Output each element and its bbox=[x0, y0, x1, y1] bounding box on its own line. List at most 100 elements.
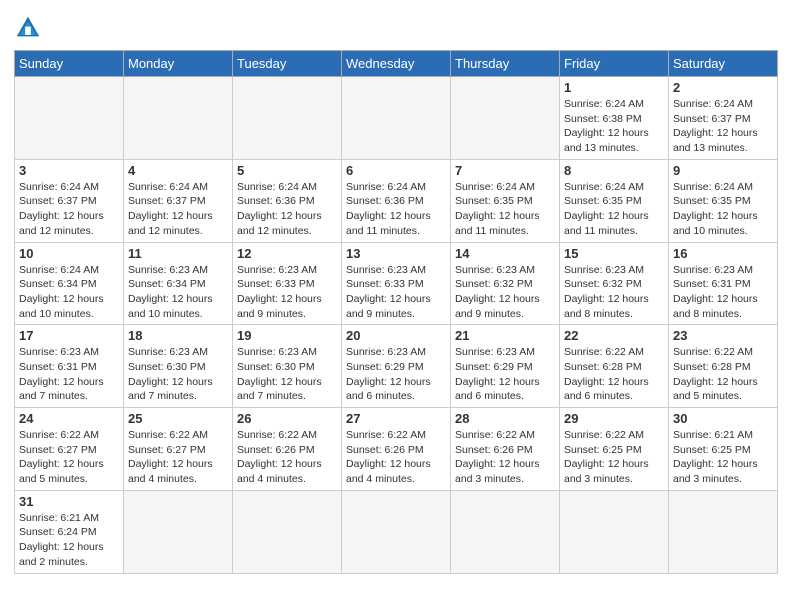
day-number: 11 bbox=[128, 246, 228, 261]
day-info: Sunrise: 6:24 AM Sunset: 6:37 PM Dayligh… bbox=[673, 97, 773, 156]
week-row-0: 1Sunrise: 6:24 AM Sunset: 6:38 PM Daylig… bbox=[15, 77, 778, 160]
day-info: Sunrise: 6:24 AM Sunset: 6:37 PM Dayligh… bbox=[19, 180, 119, 239]
day-cell: 7 Sunrise: 6:24 AM Sunset: 6:35 PM Daylig… bbox=[451, 159, 560, 242]
day-info: Sunrise: 6:23 AM Sunset: 6:34 PM Dayligh… bbox=[128, 263, 228, 322]
day-number: 7 bbox=[455, 163, 555, 178]
day-cell: 26 Sunrise: 6:22 AM Sunset: 6:26 PM Dayli… bbox=[233, 408, 342, 491]
day-number: 26 bbox=[237, 411, 337, 426]
day-number: 28 bbox=[455, 411, 555, 426]
day-number: 25 bbox=[128, 411, 228, 426]
day-cell bbox=[124, 77, 233, 160]
day-cell bbox=[124, 490, 233, 573]
page: SundayMondayTuesdayWednesdayThursdayFrid… bbox=[0, 0, 792, 584]
day-info: Sunrise: 6:21 AM Sunset: 6:24 PM Dayligh… bbox=[19, 511, 119, 570]
day-number: 27 bbox=[346, 411, 446, 426]
day-number: 29 bbox=[564, 411, 664, 426]
day-cell: 24 Sunrise: 6:22 AM Sunset: 6:27 PM Dayli… bbox=[15, 408, 124, 491]
day-info: Sunrise: 6:24 AM Sunset: 6:35 PM Dayligh… bbox=[564, 180, 664, 239]
day-number: 4 bbox=[128, 163, 228, 178]
day-number: 24 bbox=[19, 411, 119, 426]
day-cell: 3 Sunrise: 6:24 AM Sunset: 6:37 PM Daylig… bbox=[15, 159, 124, 242]
day-cell: 21Sunrise: 6:23 AM Sunset: 6:29 PM Dayli… bbox=[451, 325, 560, 408]
col-header-monday: Monday bbox=[124, 51, 233, 77]
day-info: Sunrise: 6:23 AM Sunset: 6:33 PM Dayligh… bbox=[237, 263, 337, 322]
week-row-2: 10Sunrise: 6:24 AM Sunset: 6:34 PM Dayli… bbox=[15, 242, 778, 325]
day-cell: 17 Sunrise: 6:23 AM Sunset: 6:31 PM Dayli… bbox=[15, 325, 124, 408]
day-cell bbox=[15, 77, 124, 160]
day-info: Sunrise: 6:23 AM Sunset: 6:32 PM Dayligh… bbox=[564, 263, 664, 322]
day-info: Sunrise: 6:22 AM Sunset: 6:27 PM Dayligh… bbox=[19, 428, 119, 487]
col-header-tuesday: Tuesday bbox=[233, 51, 342, 77]
day-cell: 31Sunrise: 6:21 AM Sunset: 6:24 PM Dayli… bbox=[15, 490, 124, 573]
day-number: 23 bbox=[673, 328, 773, 343]
day-number: 12 bbox=[237, 246, 337, 261]
day-info: Sunrise: 6:22 AM Sunset: 6:28 PM Dayligh… bbox=[673, 345, 773, 404]
day-cell: 12 Sunrise: 6:23 AM Sunset: 6:33 PM Dayli… bbox=[233, 242, 342, 325]
day-cell: 13 Sunrise: 6:23 AM Sunset: 6:33 PM Dayli… bbox=[342, 242, 451, 325]
day-info: Sunrise: 6:22 AM Sunset: 6:26 PM Dayligh… bbox=[455, 428, 555, 487]
day-cell: 29 Sunrise: 6:22 AM Sunset: 6:25 PM Dayli… bbox=[560, 408, 669, 491]
day-cell: 8 Sunrise: 6:24 AM Sunset: 6:35 PM Daylig… bbox=[560, 159, 669, 242]
day-number: 18 bbox=[128, 328, 228, 343]
day-cell: 4 Sunrise: 6:24 AM Sunset: 6:37 PM Daylig… bbox=[124, 159, 233, 242]
header bbox=[14, 10, 778, 42]
day-number: 17 bbox=[19, 328, 119, 343]
day-number: 8 bbox=[564, 163, 664, 178]
day-cell bbox=[669, 490, 778, 573]
day-cell: 28 Sunrise: 6:22 AM Sunset: 6:26 PM Dayli… bbox=[451, 408, 560, 491]
day-info: Sunrise: 6:24 AM Sunset: 6:35 PM Dayligh… bbox=[455, 180, 555, 239]
calendar-header-row: SundayMondayTuesdayWednesdayThursdayFrid… bbox=[15, 51, 778, 77]
calendar-table: SundayMondayTuesdayWednesdayThursdayFrid… bbox=[14, 50, 778, 574]
day-cell: 14Sunrise: 6:23 AM Sunset: 6:32 PM Dayli… bbox=[451, 242, 560, 325]
day-number: 22 bbox=[564, 328, 664, 343]
col-header-sunday: Sunday bbox=[15, 51, 124, 77]
day-cell: 18 Sunrise: 6:23 AM Sunset: 6:30 PM Dayli… bbox=[124, 325, 233, 408]
week-row-4: 24 Sunrise: 6:22 AM Sunset: 6:27 PM Dayli… bbox=[15, 408, 778, 491]
day-cell bbox=[451, 77, 560, 160]
day-info: Sunrise: 6:23 AM Sunset: 6:30 PM Dayligh… bbox=[237, 345, 337, 404]
day-number: 13 bbox=[346, 246, 446, 261]
logo bbox=[14, 14, 46, 42]
day-info: Sunrise: 6:23 AM Sunset: 6:31 PM Dayligh… bbox=[19, 345, 119, 404]
day-number: 21 bbox=[455, 328, 555, 343]
day-info: Sunrise: 6:24 AM Sunset: 6:35 PM Dayligh… bbox=[673, 180, 773, 239]
day-info: Sunrise: 6:22 AM Sunset: 6:27 PM Dayligh… bbox=[128, 428, 228, 487]
day-number: 9 bbox=[673, 163, 773, 178]
day-cell: 19 Sunrise: 6:23 AM Sunset: 6:30 PM Dayli… bbox=[233, 325, 342, 408]
day-number: 19 bbox=[237, 328, 337, 343]
col-header-thursday: Thursday bbox=[451, 51, 560, 77]
week-row-1: 3 Sunrise: 6:24 AM Sunset: 6:37 PM Daylig… bbox=[15, 159, 778, 242]
day-number: 3 bbox=[19, 163, 119, 178]
day-info: Sunrise: 6:23 AM Sunset: 6:32 PM Dayligh… bbox=[455, 263, 555, 322]
day-number: 15 bbox=[564, 246, 664, 261]
day-number: 6 bbox=[346, 163, 446, 178]
day-number: 30 bbox=[673, 411, 773, 426]
day-cell bbox=[233, 77, 342, 160]
week-row-3: 17 Sunrise: 6:23 AM Sunset: 6:31 PM Dayli… bbox=[15, 325, 778, 408]
day-info: Sunrise: 6:23 AM Sunset: 6:33 PM Dayligh… bbox=[346, 263, 446, 322]
day-cell: 15 Sunrise: 6:23 AM Sunset: 6:32 PM Dayli… bbox=[560, 242, 669, 325]
logo-icon bbox=[14, 14, 42, 42]
day-info: Sunrise: 6:22 AM Sunset: 6:26 PM Dayligh… bbox=[237, 428, 337, 487]
day-cell bbox=[342, 490, 451, 573]
day-info: Sunrise: 6:24 AM Sunset: 6:37 PM Dayligh… bbox=[128, 180, 228, 239]
day-info: Sunrise: 6:24 AM Sunset: 6:36 PM Dayligh… bbox=[346, 180, 446, 239]
day-info: Sunrise: 6:23 AM Sunset: 6:29 PM Dayligh… bbox=[346, 345, 446, 404]
day-cell: 10Sunrise: 6:24 AM Sunset: 6:34 PM Dayli… bbox=[15, 242, 124, 325]
day-cell bbox=[233, 490, 342, 573]
day-number: 20 bbox=[346, 328, 446, 343]
day-cell: 23 Sunrise: 6:22 AM Sunset: 6:28 PM Dayli… bbox=[669, 325, 778, 408]
day-cell: 25 Sunrise: 6:22 AM Sunset: 6:27 PM Dayli… bbox=[124, 408, 233, 491]
day-cell: 11 Sunrise: 6:23 AM Sunset: 6:34 PM Dayli… bbox=[124, 242, 233, 325]
day-cell: 2Sunrise: 6:24 AM Sunset: 6:37 PM Daylig… bbox=[669, 77, 778, 160]
day-info: Sunrise: 6:22 AM Sunset: 6:25 PM Dayligh… bbox=[564, 428, 664, 487]
day-info: Sunrise: 6:23 AM Sunset: 6:30 PM Dayligh… bbox=[128, 345, 228, 404]
col-header-saturday: Saturday bbox=[669, 51, 778, 77]
day-info: Sunrise: 6:22 AM Sunset: 6:28 PM Dayligh… bbox=[564, 345, 664, 404]
col-header-friday: Friday bbox=[560, 51, 669, 77]
day-cell: 16 Sunrise: 6:23 AM Sunset: 6:31 PM Dayli… bbox=[669, 242, 778, 325]
day-info: Sunrise: 6:22 AM Sunset: 6:26 PM Dayligh… bbox=[346, 428, 446, 487]
day-info: Sunrise: 6:23 AM Sunset: 6:31 PM Dayligh… bbox=[673, 263, 773, 322]
day-number: 10 bbox=[19, 246, 119, 261]
day-number: 16 bbox=[673, 246, 773, 261]
